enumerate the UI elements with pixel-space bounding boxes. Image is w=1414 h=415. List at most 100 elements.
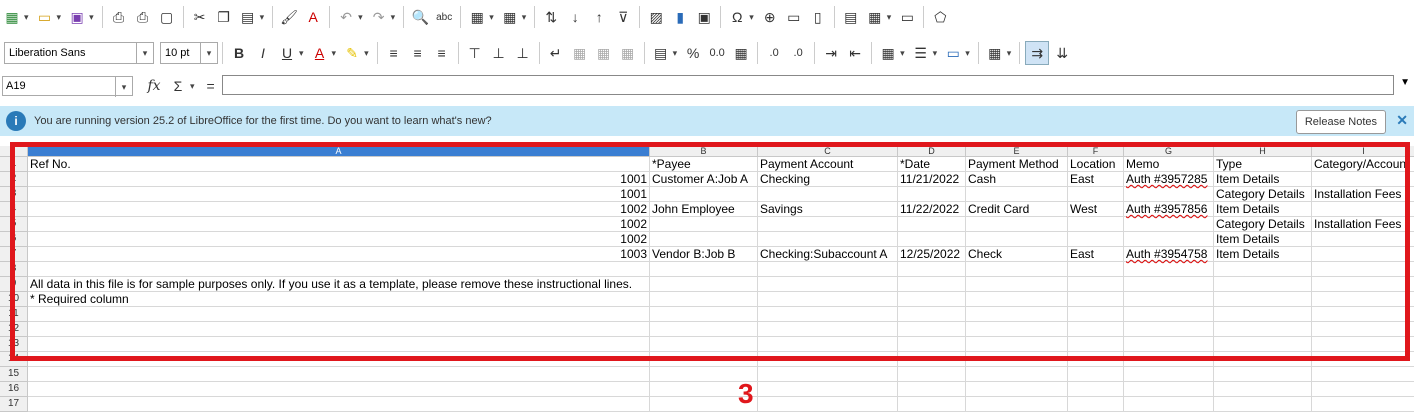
cell-b11[interactable] (650, 307, 758, 322)
print-preview-icon[interactable]: ▢ (156, 6, 178, 28)
cell-e13[interactable] (966, 337, 1068, 352)
row-icon[interactable]: ▦ (466, 6, 488, 28)
cell-h8[interactable] (1214, 262, 1312, 277)
column-header-g[interactable]: G (1124, 146, 1214, 157)
special-character-icon[interactable]: Ω (726, 6, 748, 28)
chevron-down-icon[interactable]: ▾ (522, 12, 527, 23)
cell-h17[interactable] (1214, 397, 1312, 412)
cell-h2[interactable]: Item Details (1214, 172, 1312, 187)
cell-c13[interactable] (758, 337, 898, 352)
row-header-3[interactable]: 3 (0, 187, 28, 202)
border-style-icon[interactable]: ☰ (910, 42, 932, 64)
cell-e16[interactable] (966, 382, 1068, 397)
row-header-15[interactable]: 15 (0, 367, 28, 382)
cell-g17[interactable] (1124, 397, 1214, 412)
chevron-down-icon[interactable]: ▾ (749, 12, 754, 23)
column-header-a[interactable]: A (28, 146, 650, 157)
spellcheck-icon[interactable]: abc (433, 6, 455, 28)
cell-d14[interactable] (898, 352, 966, 367)
export-pdf-icon[interactable]: ⎙ (108, 6, 130, 28)
cell-d17[interactable] (898, 397, 966, 412)
chevron-down-icon[interactable]: ▾ (299, 48, 304, 59)
wrap-text-icon[interactable]: ↵ (545, 42, 567, 64)
cell-f5[interactable] (1068, 217, 1124, 232)
row-header-5[interactable]: 5 (0, 217, 28, 232)
cell-i7[interactable] (1312, 247, 1414, 262)
cell-b8[interactable] (650, 262, 758, 277)
cell-c2[interactable]: Checking (758, 172, 898, 187)
cell-g14[interactable] (1124, 352, 1214, 367)
column-header-i[interactable]: I (1312, 146, 1414, 157)
formula-input[interactable] (222, 75, 1394, 95)
cell-i13[interactable] (1312, 337, 1414, 352)
cell-e7[interactable]: Check (966, 247, 1068, 262)
row-header-10[interactable]: 10 (0, 292, 28, 307)
formula-button[interactable]: = (200, 75, 222, 97)
underline-button[interactable]: U (276, 42, 298, 64)
cell-i12[interactable] (1312, 322, 1414, 337)
row-header-17[interactable]: 17 (0, 397, 28, 412)
cell-g9[interactable] (1124, 277, 1214, 292)
cell-i15[interactable] (1312, 367, 1414, 382)
pivot-table-icon[interactable]: ▣ (693, 6, 715, 28)
copy-icon[interactable]: ❐ (213, 6, 235, 28)
cell-c6[interactable] (758, 232, 898, 247)
row-header-7[interactable]: 7 (0, 247, 28, 262)
font-size-select[interactable]: 10 pt ▾ (160, 42, 218, 64)
cell-c3[interactable] (758, 187, 898, 202)
cut-icon[interactable]: ✂ (189, 6, 211, 28)
cell-h1[interactable]: Type (1214, 157, 1312, 172)
column-header-f[interactable]: F (1068, 146, 1124, 157)
cell-e12[interactable] (966, 322, 1068, 337)
cell-e4[interactable]: Credit Card (966, 202, 1068, 217)
chevron-down-icon[interactable]: ▾ (933, 48, 938, 59)
align-bottom-icon[interactable]: ⊥ (512, 42, 534, 64)
cell-f4[interactable]: West (1068, 202, 1124, 217)
add-decimal-button[interactable]: .0 (763, 42, 785, 64)
cell-a10[interactable]: * Required column (28, 292, 650, 307)
cell-a9[interactable]: All data in this file is for sample purp… (28, 277, 650, 292)
column-header-b[interactable]: B (650, 146, 758, 157)
cell-f15[interactable] (1068, 367, 1124, 382)
chevron-down-icon[interactable]: ▾ (887, 12, 892, 23)
cell-e10[interactable] (966, 292, 1068, 307)
increase-indent-icon[interactable]: ⇥ (820, 42, 842, 64)
cell-f6[interactable] (1068, 232, 1124, 247)
cell-e15[interactable] (966, 367, 1068, 382)
chevron-down-icon[interactable]: ▾ (1007, 48, 1012, 59)
comment-icon[interactable]: ▭ (783, 6, 805, 28)
cell-c16[interactable] (758, 382, 898, 397)
cell-i4[interactable] (1312, 202, 1414, 217)
cell-g11[interactable] (1124, 307, 1214, 322)
hyperlink-icon[interactable]: ⊕ (759, 6, 781, 28)
borders-icon[interactable]: ▦ (877, 42, 899, 64)
cell-i10[interactable] (1312, 292, 1414, 307)
sort-icon[interactable]: ⇅ (540, 6, 562, 28)
row-header-12[interactable]: 12 (0, 322, 28, 337)
percent-format-button[interactable]: % (682, 42, 704, 64)
cell-i6[interactable] (1312, 232, 1414, 247)
cell-d6[interactable] (898, 232, 966, 247)
split-window-icon[interactable]: ▭ (896, 6, 918, 28)
cell-h15[interactable] (1214, 367, 1312, 382)
cell-d8[interactable] (898, 262, 966, 277)
cell-g8[interactable] (1124, 262, 1214, 277)
chevron-down-icon[interactable]: ▾ (190, 81, 195, 92)
cell-d9[interactable] (898, 277, 966, 292)
chevron-down-icon[interactable]: ▾ (391, 12, 396, 23)
cell-b1[interactable]: *Payee (650, 157, 758, 172)
cell-d1[interactable]: *Date (898, 157, 966, 172)
cell-g7[interactable]: Auth #3954758 (1124, 247, 1214, 262)
paste-icon[interactable]: ▤ (237, 6, 259, 28)
chevron-down-icon[interactable]: ▾ (24, 12, 29, 23)
cell-f17[interactable] (1068, 397, 1124, 412)
clear-formatting-icon[interactable]: A (302, 6, 324, 28)
cell-f9[interactable] (1068, 277, 1124, 292)
cell-i17[interactable] (1312, 397, 1414, 412)
bold-button[interactable]: B (228, 42, 250, 64)
open-folder-icon[interactable]: ▭ (34, 6, 56, 28)
chevron-down-icon[interactable]: ▾ (900, 48, 905, 59)
cell-f13[interactable] (1068, 337, 1124, 352)
redo-icon[interactable]: ↷ (368, 6, 390, 28)
column-icon[interactable]: ▦ (499, 6, 521, 28)
